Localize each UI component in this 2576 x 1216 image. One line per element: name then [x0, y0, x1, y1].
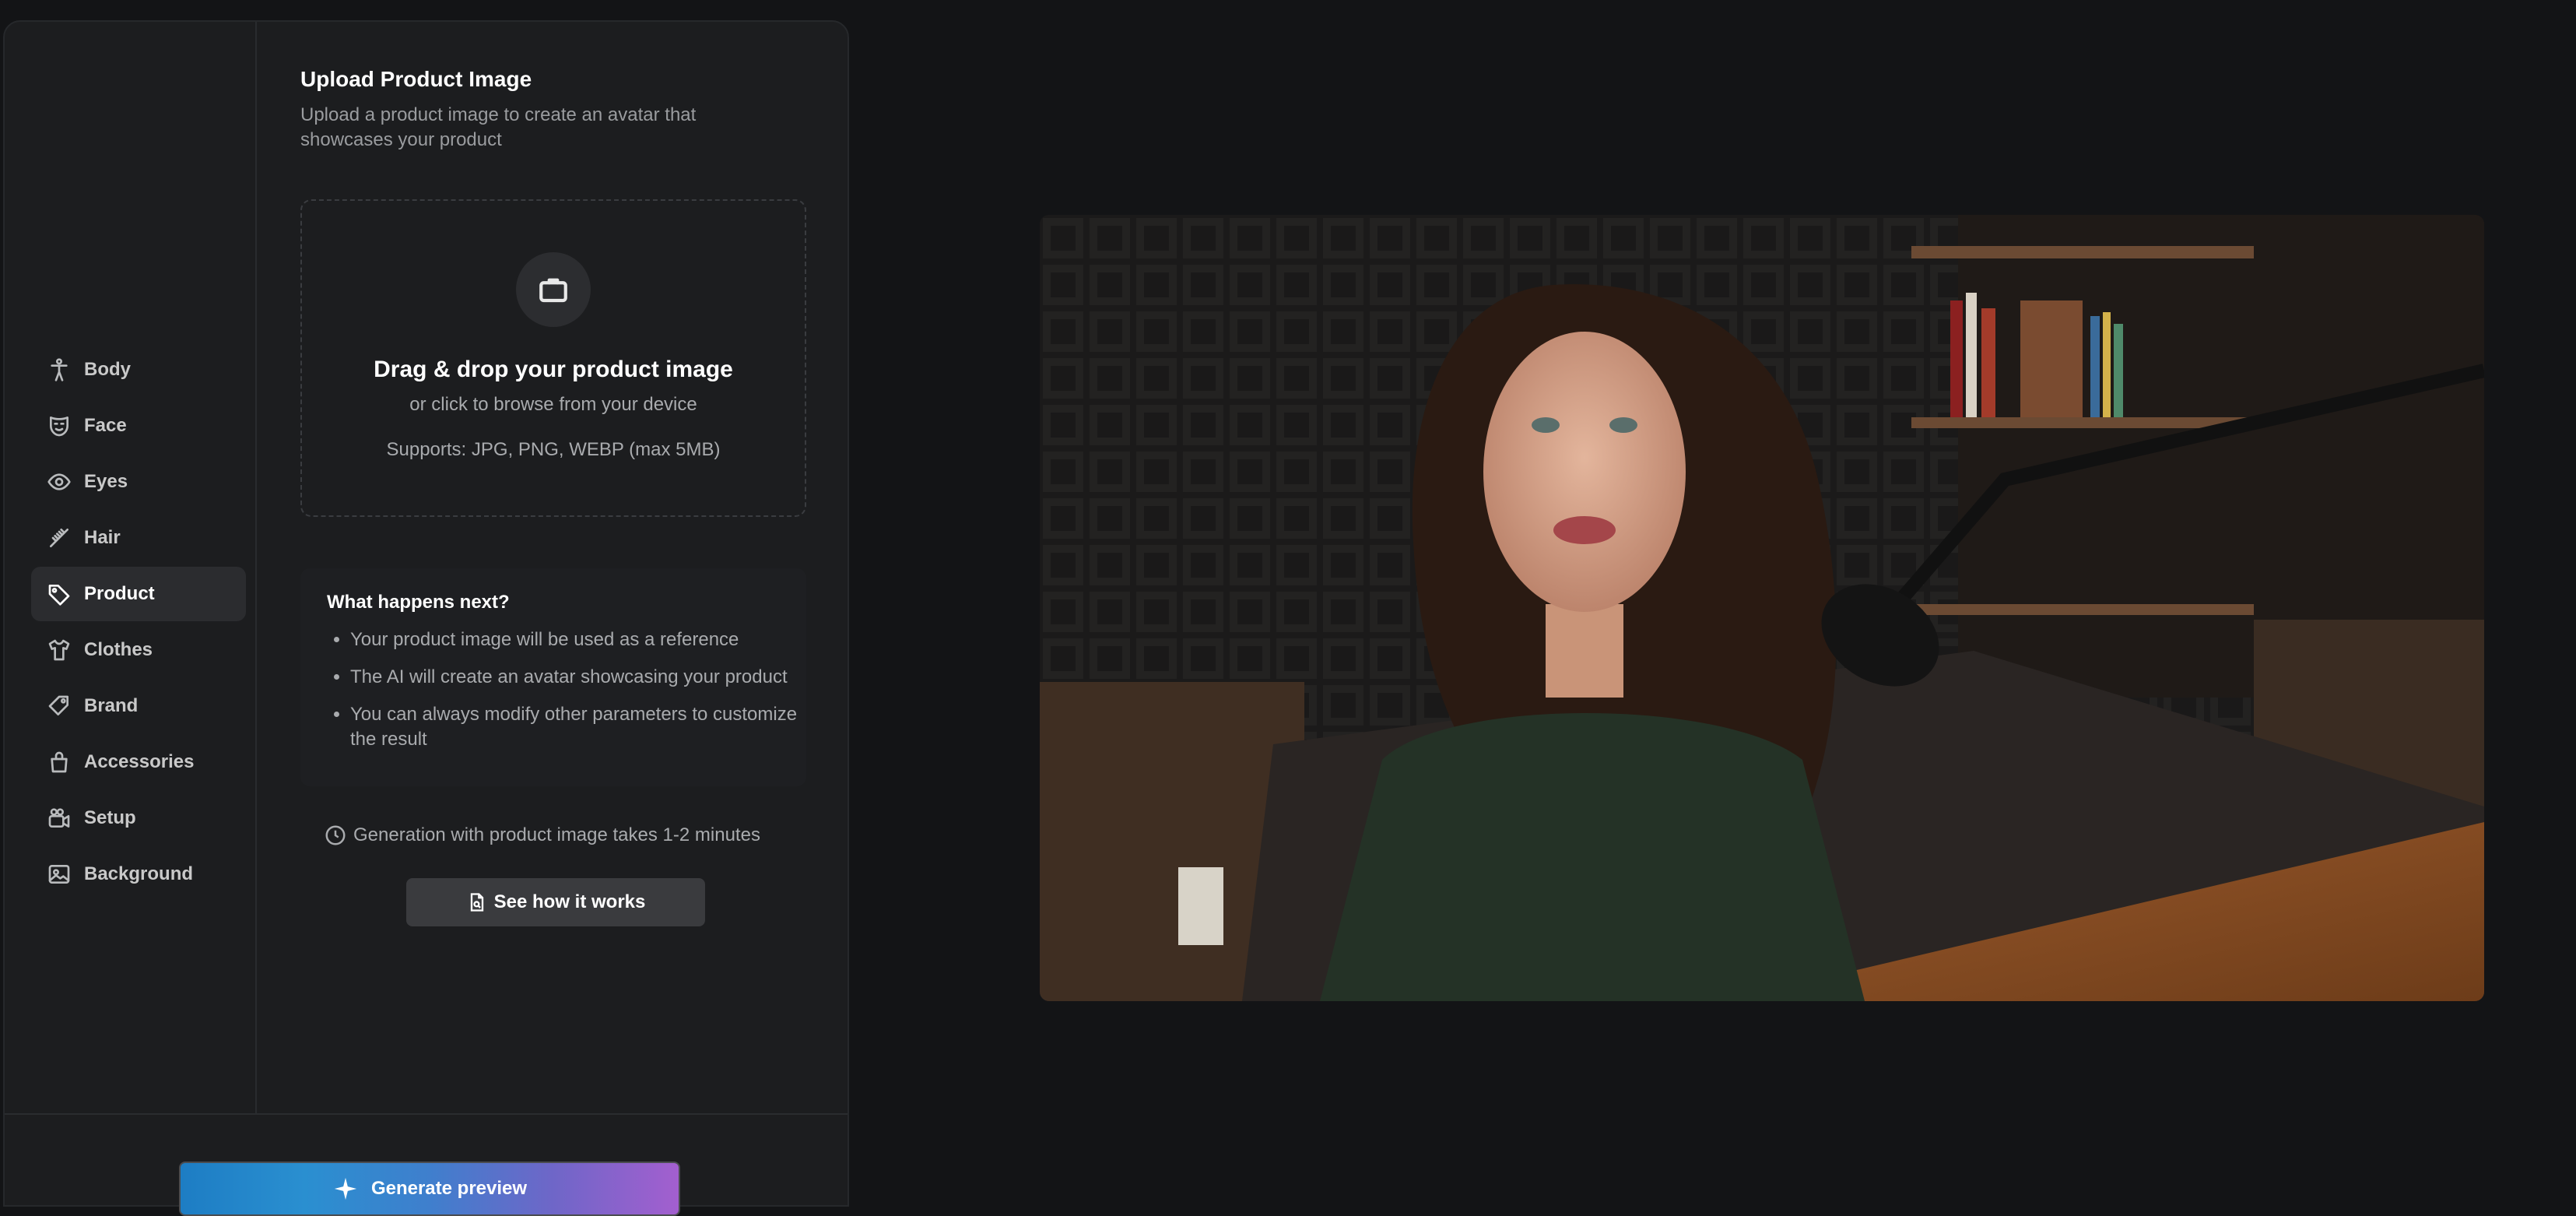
sidebar-item-face[interactable]: Face: [31, 399, 246, 453]
sidebar: Body Face Eyes Hair Product Clothes Bran…: [5, 22, 257, 1113]
bag-icon: [45, 748, 73, 776]
next-list: Your product image will be used as a ref…: [327, 627, 809, 764]
list-item: You can always modify other parameters t…: [350, 702, 809, 752]
product-image-dropzone[interactable]: Drag & drop your product image or click …: [300, 199, 806, 517]
sidebar-item-body[interactable]: Body: [31, 343, 246, 397]
footer-divider: [5, 1113, 848, 1115]
see-how-label: See how it works: [493, 891, 646, 912]
sidebar-item-brand[interactable]: Brand: [31, 679, 246, 733]
avatar-preview-image: [1040, 215, 2484, 1001]
dropzone-title: Drag & drop your product image: [374, 357, 733, 382]
brand-tag-icon: [45, 692, 73, 720]
list-item: The AI will create an avatar showcasing …: [350, 665, 809, 690]
generate-preview-button[interactable]: Generate preview: [179, 1162, 680, 1216]
document-search-icon: [470, 893, 483, 912]
sidebar-item-label: Body: [84, 359, 131, 380]
sidebar-item-label: Hair: [84, 527, 121, 548]
sidebar-item-label: Face: [84, 415, 127, 436]
camera-icon: [45, 804, 73, 832]
sidebar-item-label: Clothes: [84, 639, 153, 660]
clock-icon: [325, 825, 346, 845]
page-title: Upload Product Image: [300, 67, 532, 91]
face-mask-icon: [45, 412, 73, 440]
eye-icon: [45, 468, 73, 496]
list-item: Your product image will be used as a ref…: [350, 627, 809, 652]
settings-panel: Body Face Eyes Hair Product Clothes Bran…: [3, 20, 849, 1216]
tag-icon: [45, 580, 73, 608]
sidebar-item-hair[interactable]: Hair: [31, 511, 246, 565]
sidebar-item-background[interactable]: Background: [31, 847, 246, 901]
dropzone-subtitle: or click to browse from your device: [409, 394, 697, 415]
sidebar-nav: Body Face Eyes Hair Product Clothes Bran…: [31, 343, 246, 903]
sparkle-icon: [334, 1177, 357, 1200]
sidebar-item-label: Background: [84, 863, 194, 884]
upload-header: Upload Product Image Upload a product im…: [300, 67, 806, 153]
sidebar-item-label: Brand: [84, 695, 139, 716]
generation-time-text: Generation with product image takes 1-2 …: [353, 824, 760, 845]
sidebar-item-accessories[interactable]: Accessories: [31, 735, 246, 789]
sidebar-item-clothes[interactable]: Clothes: [31, 623, 246, 677]
sidebar-item-eyes[interactable]: Eyes: [31, 455, 246, 509]
image-icon: [45, 860, 73, 888]
generation-time-note: Generation with product image takes 1-2 …: [324, 824, 760, 847]
see-how-it-works-button[interactable]: See how it works: [406, 878, 705, 926]
sidebar-item-label: Accessories: [84, 751, 195, 772]
sidebar-item-label: Eyes: [84, 471, 128, 492]
page-subtitle: Upload a product image to create an avat…: [300, 104, 697, 150]
hair-comb-icon: [45, 524, 73, 552]
generate-label: Generate preview: [370, 1178, 528, 1199]
sidebar-item-label: Setup: [84, 807, 136, 828]
sidebar-item-product[interactable]: Product: [31, 567, 246, 621]
supported-formats: Supports: JPG, PNG, WEBP (max 5MB): [386, 439, 721, 460]
body-icon: [45, 356, 73, 384]
sidebar-item-label: Product: [84, 583, 155, 604]
what-happens-next-box: What happens next? Your product image wi…: [300, 568, 806, 786]
next-title: What happens next?: [327, 592, 510, 613]
shirt-icon: [45, 636, 73, 664]
sidebar-item-setup[interactable]: Setup: [31, 791, 246, 845]
briefcase-icon: [516, 252, 591, 327]
